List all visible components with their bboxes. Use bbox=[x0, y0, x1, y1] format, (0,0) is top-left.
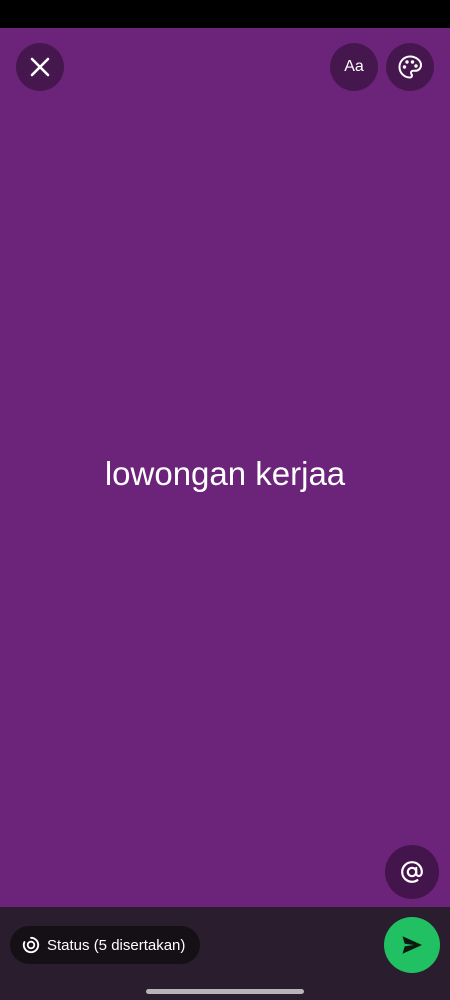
status-audience-button[interactable]: Status (5 disertakan) bbox=[10, 926, 201, 964]
send-button[interactable] bbox=[384, 917, 440, 973]
close-icon bbox=[30, 57, 50, 77]
navigation-handle[interactable] bbox=[146, 989, 304, 994]
palette-icon bbox=[398, 55, 423, 79]
status-ring-icon bbox=[22, 936, 40, 954]
background-color-button[interactable] bbox=[386, 43, 434, 91]
text-style-button[interactable]: Aa bbox=[330, 43, 378, 91]
at-sign-icon bbox=[401, 861, 423, 883]
send-icon bbox=[402, 936, 422, 954]
status-text-input[interactable]: lowongan kerjaa bbox=[0, 448, 450, 500]
close-button[interactable] bbox=[16, 43, 64, 91]
system-status-bar bbox=[0, 0, 450, 28]
mention-button[interactable] bbox=[385, 845, 439, 899]
text-status-composer: Aa lowongan kerjaa Status (5 disertakan) bbox=[0, 0, 450, 1000]
bottom-bar: Status (5 disertakan) bbox=[0, 907, 450, 1000]
text-style-label: Aa bbox=[344, 58, 364, 75]
status-audience-label: Status (5 disertakan) bbox=[47, 936, 186, 954]
